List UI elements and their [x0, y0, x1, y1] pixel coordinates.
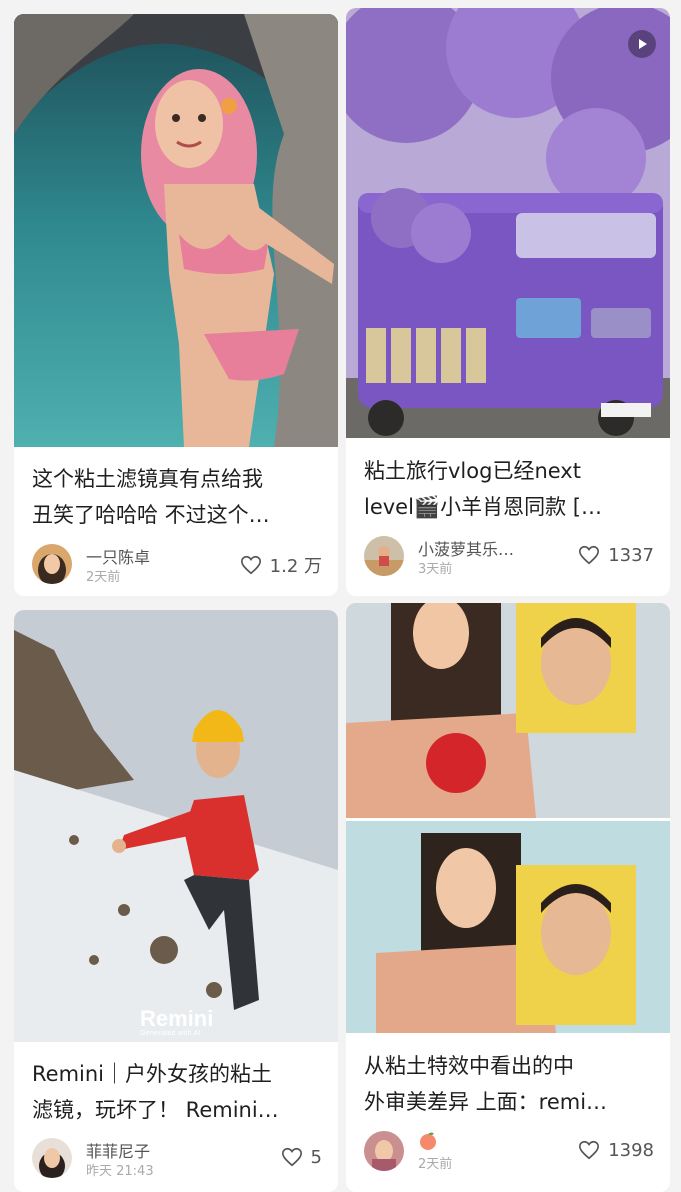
like-count: 1.2 万 [269, 556, 322, 577]
like-count: 1398 [608, 1139, 654, 1161]
post-time: 2天前 [418, 1157, 453, 1172]
heart-icon [240, 555, 261, 575]
note-title[interactable]: 从粘土特效中看出的中 外审美差异 上面：remi… [364, 1048, 656, 1120]
play-icon[interactable] [628, 30, 656, 58]
avatar[interactable] [364, 536, 404, 576]
heart-icon [281, 1147, 302, 1167]
note-card[interactable]: 从粘土特效中看出的中 外审美差异 上面：remi… 2天前 1398 [346, 603, 670, 1192]
like-button[interactable]: 1398 [578, 1139, 654, 1161]
like-count: 1337 [608, 544, 654, 566]
note-title-line: 从粘土特效中看出的中 [364, 1054, 574, 1078]
note-meta: 菲菲尼子 昨天 21:43 5 [32, 1138, 322, 1182]
post-time: 3天前 [418, 562, 453, 577]
note-meta: 小菠萝其乐… 3天前 1337 [364, 536, 654, 580]
note-cover-image[interactable] [346, 603, 670, 1033]
avatar[interactable] [364, 1131, 404, 1171]
note-title-line: 粘土旅行vlog已经next [364, 459, 581, 483]
watermark-text: Remini [140, 1006, 214, 1031]
note-cover-image[interactable]: Remini Generated with AI [14, 610, 338, 1042]
note-title[interactable]: 这个粘土滤镜真有点给我 丑笑了哈哈哈 不过这个… [32, 461, 324, 533]
post-time: 昨天 21:43 [86, 1164, 154, 1179]
note-title-line: 滤镜，玩坏了！ Remini… [32, 1098, 279, 1122]
post-time: 2天前 [86, 570, 121, 585]
note-card[interactable]: Remini Generated with AI Remini｜户外女孩的粘土 … [14, 610, 338, 1192]
heart-icon [579, 545, 600, 565]
like-button[interactable]: 5 [281, 1146, 322, 1168]
note-meta: 2天前 1398 [364, 1131, 654, 1175]
note-cover-image[interactable] [346, 8, 670, 438]
heart-icon [579, 1140, 600, 1160]
avatar[interactable] [32, 1138, 72, 1178]
watermark-subtext: Generated with AI [140, 1030, 201, 1037]
author-name[interactable]: 小菠萝其乐… [418, 536, 514, 560]
peach-icon [420, 1132, 436, 1150]
note-card[interactable]: 这个粘土滤镜真有点给我 丑笑了哈哈哈 不过这个… 一只陈卓 2天前 1.2 万 [14, 14, 338, 596]
author-name[interactable]: 菲菲尼子 [86, 1138, 150, 1162]
note-card[interactable]: 粘土旅行vlog已经next level🎬小羊肖恩同款 [… 小菠萝其乐… 3天… [346, 8, 670, 596]
note-title-line: 丑笑了哈哈哈 不过这个… [32, 503, 270, 527]
remini-watermark: Remini Generated with AI [140, 1006, 213, 1037]
like-button[interactable]: 1337 [578, 544, 654, 566]
avatar[interactable] [32, 544, 72, 584]
like-count: 5 [310, 1146, 322, 1168]
notes-feed: 这个粘土滤镜真有点给我 丑笑了哈哈哈 不过这个… 一只陈卓 2天前 1.2 万 [0, 0, 681, 1192]
note-title-line: level🎬小羊肖恩同款 [… [364, 495, 602, 519]
author-name[interactable]: 一只陈卓 [86, 544, 150, 568]
note-title-line: 这个粘土滤镜真有点给我 [32, 467, 263, 491]
note-title[interactable]: Remini｜户外女孩的粘土 滤镜，玩坏了！ Remini… [32, 1056, 324, 1128]
like-button[interactable]: 1.2 万 [240, 552, 322, 578]
note-title-line: Remini｜户外女孩的粘土 [32, 1062, 273, 1086]
note-title-line: 外审美差异 上面：remi… [364, 1090, 608, 1114]
note-title[interactable]: 粘土旅行vlog已经next level🎬小羊肖恩同款 [… [364, 453, 656, 525]
note-meta: 一只陈卓 2天前 1.2 万 [32, 544, 322, 588]
note-cover-image[interactable] [14, 14, 338, 447]
